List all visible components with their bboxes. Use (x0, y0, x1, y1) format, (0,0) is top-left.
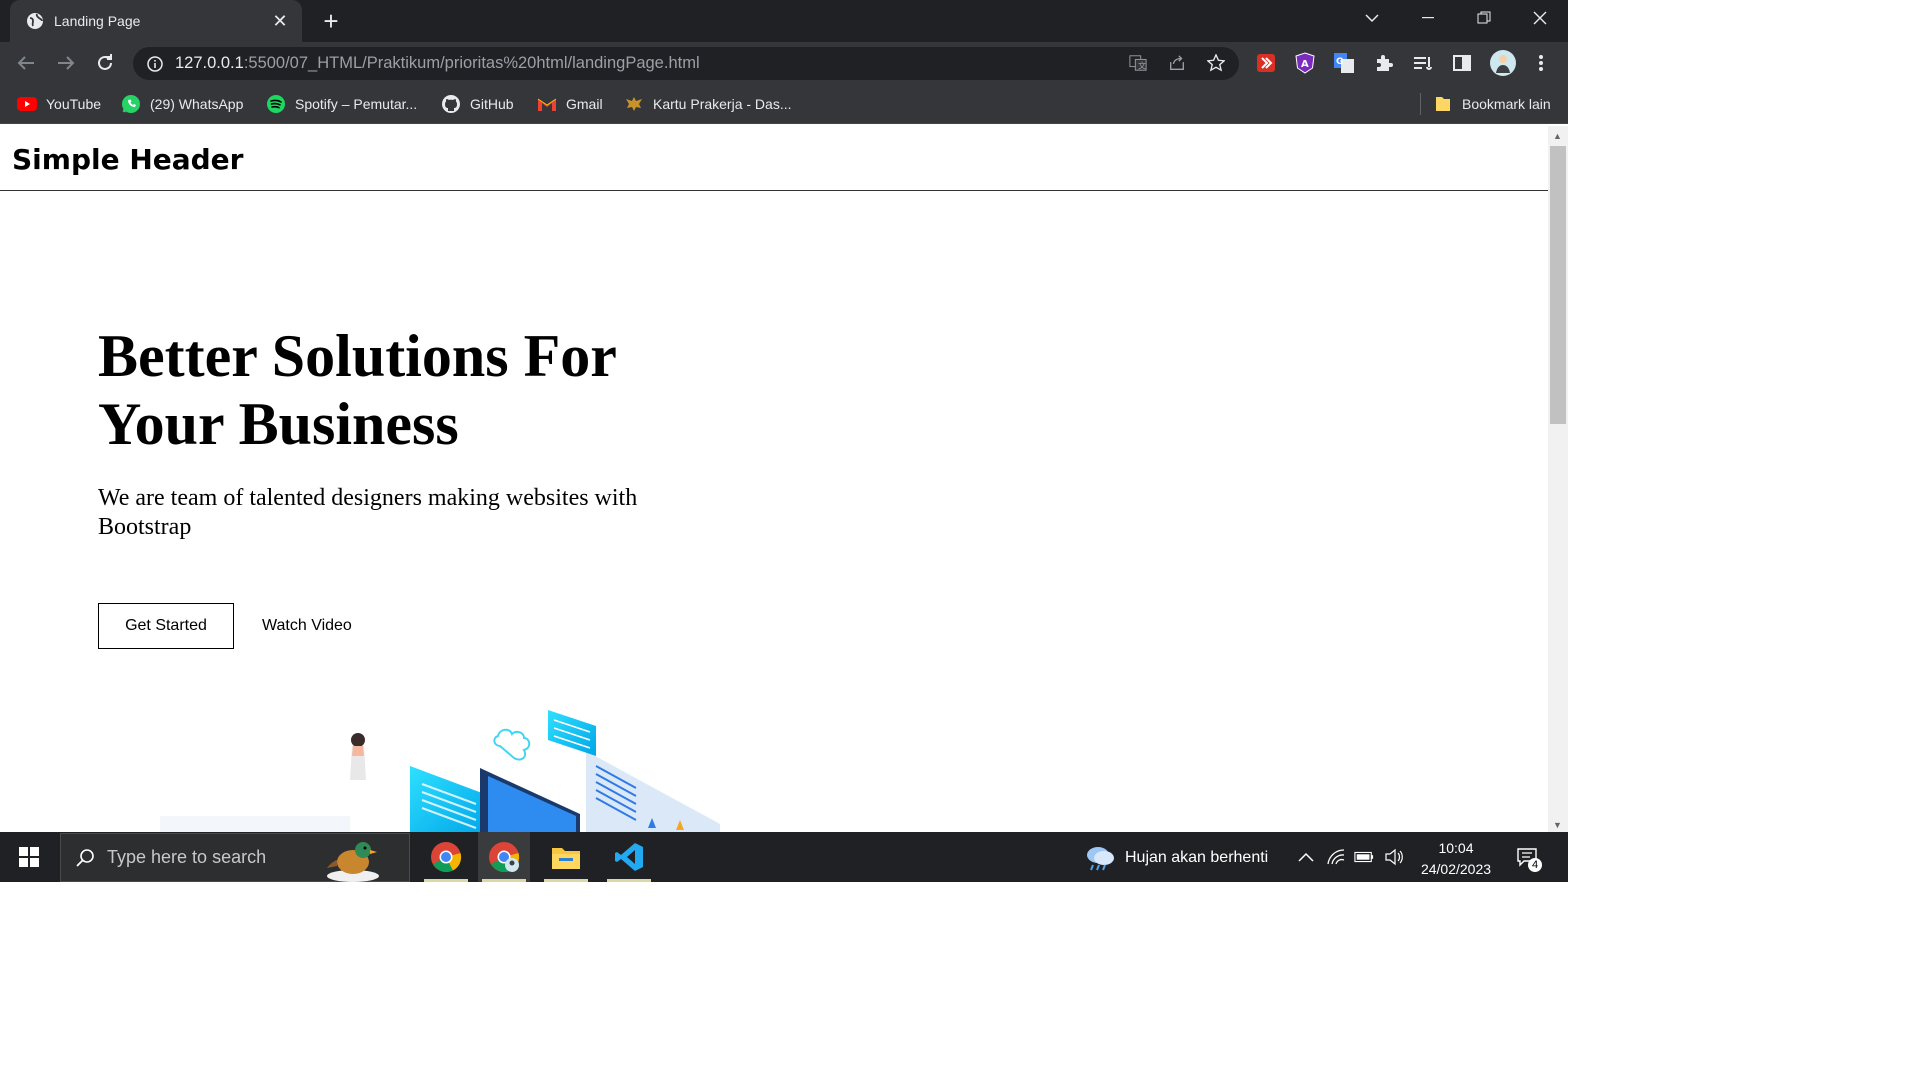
hero-illustration (160, 710, 720, 832)
puzzle-extensions-icon[interactable] (1373, 52, 1395, 74)
svg-text:G: G (1336, 57, 1343, 67)
windows-taskbar: Type here to search Hujan akan berhenti (0, 832, 1568, 882)
clock-time: 10:04 (1438, 840, 1474, 856)
windows-logo-icon (19, 847, 39, 867)
gmail-icon (537, 94, 557, 114)
spotify-icon (266, 94, 286, 114)
hero-title: Better Solutions For Your Business (98, 323, 616, 457)
vscode-icon (615, 843, 643, 871)
svg-text:文: 文 (1138, 60, 1146, 70)
close-tab-icon[interactable]: ✕ (270, 11, 290, 32)
scrollbar-thumb[interactable] (1550, 146, 1566, 424)
arrow-left-icon (17, 56, 34, 70)
other-bookmarks-folder[interactable]: Bookmark lain (1433, 93, 1551, 115)
wifi-icon[interactable] (1326, 847, 1346, 867)
tab-landing-page[interactable]: Landing Page ✕ (10, 0, 302, 42)
share-icon[interactable] (1168, 54, 1186, 72)
bookmark-spotify[interactable]: Spotify – Pemutar... (266, 93, 417, 115)
watch-video-link[interactable]: Watch Video (262, 603, 352, 649)
page-scrollbar[interactable]: ▲ ▼ (1548, 126, 1568, 832)
clock-date: 24/02/2023 (1420, 861, 1492, 877)
globe-icon (26, 12, 44, 30)
weather-widget[interactable]: Hujan akan berhenti (1084, 843, 1268, 873)
tab-title: Landing Page (54, 13, 141, 29)
weather-text: Hujan akan berhenti (1125, 849, 1269, 866)
chevron-down-icon (1365, 14, 1379, 23)
scroll-down-arrow-icon[interactable]: ▼ (1553, 820, 1562, 830)
reload-icon (98, 54, 112, 70)
bookmark-kartu-prakerja[interactable]: Kartu Prakerja - Das... (624, 93, 792, 115)
bookmark-github[interactable]: GitHub (441, 93, 514, 115)
site-header: Simple Header (0, 126, 1548, 191)
google-translate-extension-icon[interactable]: G (1333, 52, 1355, 74)
profile-avatar[interactable] (1488, 48, 1518, 78)
reading-list-icon[interactable] (1412, 52, 1434, 74)
bookmark-youtube[interactable]: YouTube (17, 93, 101, 115)
browser-toolbar: 127.0.0.1:5500/07_HTML/Praktikum/priorit… (0, 42, 1568, 84)
back-button[interactable] (13, 50, 39, 76)
start-button[interactable] (0, 832, 58, 882)
folder-explorer-icon (552, 848, 580, 869)
svg-text:A: A (1301, 59, 1309, 70)
scroll-up-arrow-icon[interactable]: ▲ (1553, 131, 1562, 141)
forward-button[interactable] (53, 50, 79, 76)
search-placeholder: Type here to search (107, 847, 267, 867)
chrome-profile-icon (489, 842, 520, 873)
garuda-icon (624, 94, 644, 114)
angular-extension-icon[interactable]: A (1294, 52, 1316, 74)
tab-search-button[interactable] (1344, 0, 1400, 36)
reload-button[interactable] (92, 50, 118, 76)
folder-icon (1433, 94, 1453, 114)
page-viewport: Simple Header Better Solutions For Your … (0, 126, 1548, 832)
volume-icon[interactable] (1384, 847, 1404, 867)
chevron-up-icon[interactable] (1296, 847, 1316, 867)
bookmarks-bar: YouTube (29) WhatsApp Spotify – Pemutar.… (0, 84, 1568, 124)
taskbar-chrome-profile-app[interactable] (478, 832, 530, 882)
taskbar-search-box[interactable]: Type here to search (60, 833, 410, 882)
battery-icon[interactable] (1354, 847, 1374, 867)
restore-button[interactable] (1456, 0, 1512, 36)
whatsapp-icon (121, 94, 141, 114)
system-clock[interactable]: 10:04 24/02/2023 (1416, 838, 1496, 880)
bookmarks-divider (1420, 93, 1421, 115)
minimize-button[interactable] (1400, 0, 1456, 36)
star-bookmark-icon[interactable] (1207, 54, 1225, 72)
get-started-button[interactable]: Get Started (98, 603, 234, 649)
notification-center-button[interactable]: 4 (1516, 846, 1542, 872)
browser-tab-strip: Landing Page ✕ + (0, 0, 1568, 42)
site-brand[interactable]: Simple Header (12, 143, 243, 176)
arrow-right-icon (58, 56, 75, 70)
url-text[interactable]: 127.0.0.1:5500/07_HTML/Praktikum/priorit… (175, 54, 700, 73)
hero-subtitle: We are team of talented designers making… (98, 485, 638, 540)
side-panel-icon[interactable] (1451, 52, 1473, 74)
github-icon (441, 94, 461, 114)
youtube-icon (17, 94, 37, 114)
translate-icon[interactable]: 文 (1129, 54, 1147, 72)
bookmark-gmail[interactable]: Gmail (537, 93, 603, 115)
extension-red-icon[interactable] (1255, 52, 1277, 74)
search-icon (76, 848, 94, 867)
new-tab-button[interactable]: + (318, 8, 344, 34)
taskbar-file-explorer-app[interactable] (540, 832, 592, 882)
search-highlight-bird-icon (327, 842, 379, 882)
info-icon[interactable] (147, 55, 163, 72)
taskbar-chrome-app[interactable] (420, 832, 472, 882)
browser-menu-icon[interactable] (1530, 52, 1552, 74)
rain-cloud-icon (1087, 847, 1114, 871)
close-window-button[interactable] (1512, 0, 1568, 36)
taskbar-vscode-app[interactable] (603, 832, 655, 882)
chrome-icon (431, 842, 462, 873)
address-bar[interactable]: 127.0.0.1:5500/07_HTML/Praktikum/priorit… (133, 47, 1239, 80)
bookmark-whatsapp[interactable]: (29) WhatsApp (121, 93, 243, 115)
notification-count-badge: 4 (1528, 858, 1542, 872)
